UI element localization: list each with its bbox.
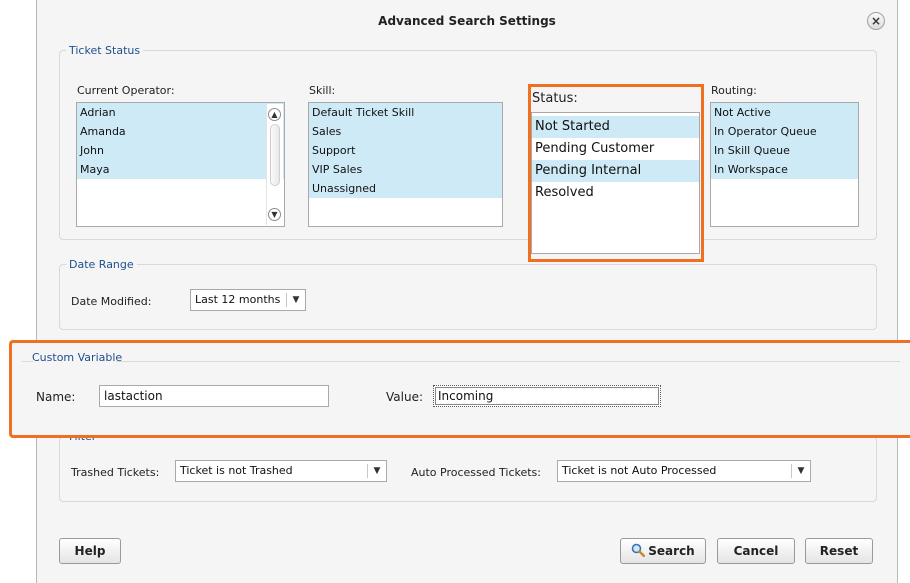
list-item[interactable]: Not Started <box>532 116 699 138</box>
list-item[interactable]: Amanda <box>77 122 284 141</box>
date-modified-value: Last 12 months <box>195 293 281 306</box>
status-list[interactable]: Not Started Pending Customer Pending Int… <box>531 112 700 254</box>
help-button[interactable]: Help <box>59 538 121 564</box>
search-button-label: Search <box>648 544 695 558</box>
trashed-tickets-select[interactable]: Ticket is not Trashed ▼ <box>175 460 387 482</box>
current-operator-label: Current Operator: <box>77 84 175 97</box>
list-item[interactable]: In Operator Queue <box>711 122 858 141</box>
custom-variable-legend: Custom Variable <box>32 351 123 364</box>
status-label: Status: <box>532 91 578 106</box>
list-item[interactable]: Pending Internal <box>532 160 699 182</box>
name-label: Name: <box>36 390 76 404</box>
list-item[interactable]: Not Active <box>711 103 858 122</box>
search-button[interactable]: Search <box>620 538 706 564</box>
name-input[interactable]: lastaction <box>99 385 329 407</box>
date-modified-label: Date Modified: <box>71 295 152 308</box>
list-item[interactable]: John <box>77 141 284 160</box>
list-item[interactable]: Sales <box>309 122 502 141</box>
magnifier-icon <box>631 543 646 558</box>
value-label: Value: <box>386 390 423 404</box>
scrollbar-thumb[interactable] <box>270 124 280 186</box>
date-modified-select[interactable]: Last 12 months ▼ <box>190 289 306 311</box>
chevron-down-icon[interactable]: ▼ <box>368 461 386 481</box>
list-item[interactable]: Adrian <box>77 103 284 122</box>
scroll-down-icon[interactable]: ▼ <box>268 208 281 221</box>
scroll-up-icon[interactable]: ▲ <box>268 108 281 121</box>
auto-processed-select[interactable]: Ticket is not Auto Processed ▼ <box>557 460 811 482</box>
date-range-group: Date Range <box>59 258 877 330</box>
skill-label: Skill: <box>309 84 336 97</box>
value-input[interactable]: Incoming <box>433 385 661 407</box>
advanced-search-dialog: Advanced Search Settings × Ticket Status… <box>36 0 898 583</box>
date-range-legend: Date Range <box>69 258 134 271</box>
list-item[interactable]: Default Ticket Skill <box>309 103 502 122</box>
auto-processed-value: Ticket is not Auto Processed <box>562 464 717 477</box>
trashed-tickets-label: Trashed Tickets: <box>71 466 160 479</box>
trashed-tickets-value: Ticket is not Trashed <box>180 464 293 477</box>
title-bar: Advanced Search Settings × <box>37 0 897 38</box>
skill-list[interactable]: Default Ticket Skill Sales Support VIP S… <box>308 102 503 227</box>
cancel-button[interactable]: Cancel <box>717 538 795 564</box>
list-item[interactable]: Unassigned <box>309 179 502 198</box>
list-item[interactable]: In Workspace <box>711 160 858 179</box>
routing-label: Routing: <box>711 84 757 97</box>
custom-variable-group: Custom Variable Name: lastaction Value: … <box>9 340 910 438</box>
list-item[interactable]: Pending Customer <box>532 138 699 160</box>
list-item[interactable]: Resolved <box>532 182 699 204</box>
close-icon: × <box>870 14 882 28</box>
auto-processed-label: Auto Processed Tickets: <box>411 466 541 479</box>
operator-scrollbar[interactable]: ▲ ▼ <box>266 104 283 225</box>
list-item[interactable]: Support <box>309 141 502 160</box>
reset-button[interactable]: Reset <box>805 538 873 564</box>
chevron-down-icon[interactable]: ▼ <box>287 290 305 310</box>
list-item[interactable]: Maya <box>77 160 284 179</box>
dialog-title: Advanced Search Settings <box>378 14 556 28</box>
list-item[interactable]: VIP Sales <box>309 160 502 179</box>
list-item[interactable]: In Skill Queue <box>711 141 858 160</box>
chevron-down-icon[interactable]: ▼ <box>792 461 810 481</box>
current-operator-list[interactable]: Adrian Amanda John Maya ▲ ▼ <box>76 102 285 227</box>
close-button[interactable]: × <box>867 12 885 30</box>
routing-list[interactable]: Not Active In Operator Queue In Skill Qu… <box>710 102 859 227</box>
ticket-status-legend: Ticket Status <box>69 44 141 57</box>
